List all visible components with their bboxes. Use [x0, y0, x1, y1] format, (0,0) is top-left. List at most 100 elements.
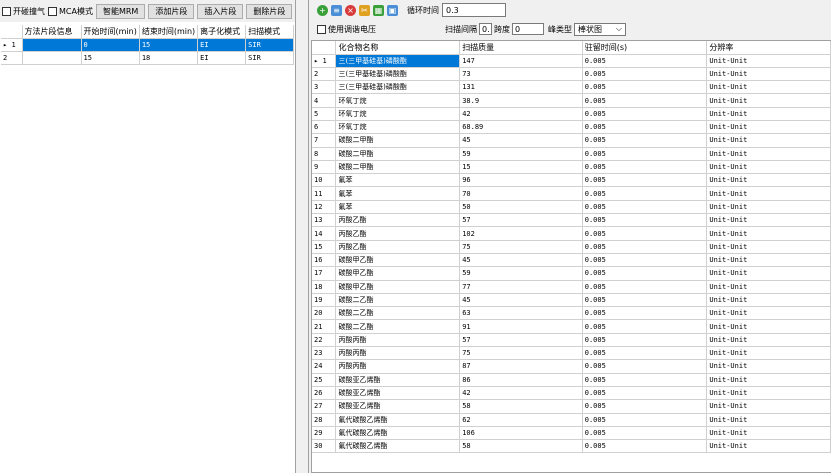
column-header[interactable]: 扫描质量 — [459, 41, 583, 55]
delete-icon[interactable]: × — [345, 4, 356, 16]
table-cell-mass[interactable]: 57 — [459, 333, 583, 348]
row-header[interactable]: 2 — [1, 51, 23, 65]
row-header[interactable]: 11 — [312, 186, 337, 201]
table-cell-end[interactable]: 18 — [139, 51, 199, 65]
table-cell-res[interactable]: Unit-Unit — [706, 293, 831, 308]
table-cell-name[interactable]: 氟代碳酸乙烯酯 — [335, 413, 461, 427]
column-header[interactable]: 化合物名称 — [335, 41, 461, 55]
row-header[interactable]: 12 — [312, 200, 337, 215]
table-cell-name[interactable]: 三(三甲基硅基)磷酸酯 — [335, 67, 461, 82]
table-cell-dwell[interactable]: 0.005 — [582, 240, 708, 254]
table-cell-res[interactable]: Unit-Unit — [706, 346, 831, 361]
row-header[interactable]: 5 — [312, 107, 337, 121]
column-header[interactable]: 驻留时间(s) — [582, 41, 708, 55]
row-header[interactable]: 2 — [312, 67, 337, 82]
table-cell-mass[interactable]: 131 — [459, 80, 583, 95]
table-cell-res[interactable]: Unit-Unit — [706, 280, 831, 294]
table-cell-dwell[interactable]: 0.005 — [582, 359, 708, 374]
checkbox-box[interactable] — [2, 6, 11, 16]
table-cell-name[interactable]: 环氧丁烷 — [335, 120, 461, 135]
table-row[interactable]: ▸ 1 0 15 EI SIR — [1, 38, 295, 52]
table-cell-dwell[interactable]: 0.005 — [582, 80, 708, 95]
scan-interval-input[interactable]: 0. — [479, 23, 492, 35]
table-cell-name[interactable]: 碳酸甲乙酯 — [335, 266, 461, 281]
column-header[interactable]: 开始时间(min) — [81, 25, 140, 39]
table-row[interactable]: 5 环氧丁烷 42 0.005 Unit-Unit — [312, 107, 831, 121]
table-cell-dwell[interactable]: 0.005 — [582, 439, 708, 454]
insert-segment-button[interactable]: 插入片段 — [197, 3, 244, 19]
table-row[interactable]: 2 三(三甲基硅基)磷酸酯 73 0.005 Unit-Unit — [312, 67, 831, 82]
table-cell-mass[interactable]: 42 — [459, 107, 583, 121]
collision-gas-checkbox[interactable]: 开碰撞气 — [2, 6, 45, 17]
table-cell-name[interactable]: 碳酸甲乙酯 — [335, 253, 461, 268]
table-cell-res[interactable]: Unit-Unit — [706, 359, 831, 374]
table-cell-mass[interactable]: 73 — [459, 67, 583, 82]
table-cell-mass[interactable]: 77 — [459, 280, 583, 294]
table-cell-mass[interactable]: 75 — [459, 240, 583, 254]
table-cell-res[interactable]: Unit-Unit — [706, 147, 831, 161]
table-cell-res[interactable]: Unit-Unit — [706, 226, 831, 241]
table-cell-name[interactable]: 丙酸丙酯 — [335, 359, 461, 374]
row-header[interactable]: 30 — [312, 439, 337, 454]
table-row[interactable]: 6 环氧丁烷 68.89 0.005 Unit-Unit — [312, 120, 831, 135]
checkbox-box[interactable] — [48, 6, 57, 16]
table-cell-dwell[interactable]: 0.005 — [582, 413, 708, 427]
table-cell-name[interactable]: 氟代碳酸乙烯酯 — [335, 439, 461, 454]
row-header[interactable]: 29 — [312, 426, 337, 441]
row-header[interactable]: ▸ 1 — [1, 38, 23, 52]
table-cell-start[interactable]: 0 — [81, 38, 140, 52]
table-cell-dwell[interactable]: 0.005 — [582, 293, 708, 308]
row-header[interactable]: 28 — [312, 413, 337, 427]
row-header[interactable]: 20 — [312, 306, 337, 321]
table-cell-mass[interactable]: 58 — [459, 439, 583, 454]
table-cell-name[interactable]: 氟代碳酸乙烯酯 — [335, 426, 461, 441]
table-cell-res[interactable]: Unit-Unit — [706, 107, 831, 121]
table-cell-dwell[interactable]: 0.005 — [582, 67, 708, 82]
table-cell-res[interactable]: Unit-Unit — [706, 386, 831, 401]
row-header[interactable]: 14 — [312, 226, 337, 241]
table-row[interactable]: 19 碳酸二乙酯 45 0.005 Unit-Unit — [312, 293, 831, 308]
table-cell-start[interactable]: 15 — [81, 51, 140, 65]
table-cell-dwell[interactable]: 0.005 — [582, 200, 708, 215]
table-cell-dwell[interactable]: 0.005 — [582, 253, 708, 268]
table-cell-name[interactable]: 碳酸亚乙烯酯 — [335, 399, 461, 414]
row-header[interactable]: 3 — [312, 80, 337, 95]
table-row[interactable]: 22 丙酸丙酯 57 0.005 Unit-Unit — [312, 333, 831, 348]
table-row[interactable]: 2 15 18 EI SIR — [1, 51, 295, 65]
mca-mode-checkbox[interactable]: MCA模式 — [48, 6, 93, 17]
table-cell-dwell[interactable]: 0.005 — [582, 346, 708, 361]
table-cell-mass[interactable]: 45 — [459, 133, 583, 148]
table-cell-res[interactable]: Unit-Unit — [706, 439, 831, 454]
table-row[interactable]: 18 碳酸甲乙酯 77 0.005 Unit-Unit — [312, 280, 831, 294]
table-row[interactable]: 16 碳酸甲乙酯 45 0.005 Unit-Unit — [312, 253, 831, 268]
compound-table-container[interactable]: 化合物名称 扫描质量 驻留时间(s) 分辨率 ▸ 1 三(三甲基硅基)磷酸酯 147… — [311, 40, 831, 473]
table-cell-dwell[interactable]: 0.005 — [582, 160, 708, 175]
table-cell-res[interactable]: Unit-Unit — [706, 306, 831, 321]
row-header[interactable]: 16 — [312, 253, 337, 268]
table-cell-mass[interactable]: 68.89 — [459, 120, 583, 135]
table-cell-name[interactable]: 丙酸乙酯 — [335, 226, 461, 241]
table-cell-res[interactable]: Unit-Unit — [706, 213, 831, 228]
table-cell-name[interactable]: 丙酸丙酯 — [335, 346, 461, 361]
row-header[interactable]: 17 — [312, 266, 337, 281]
row-header[interactable]: 19 — [312, 293, 337, 308]
table-cell-dwell[interactable]: 0.005 — [582, 93, 708, 108]
table-cell-mass[interactable]: 102 — [459, 226, 583, 241]
table-cell-name[interactable]: 碳酸二乙酯 — [335, 319, 461, 334]
row-header[interactable]: 22 — [312, 333, 337, 348]
table-row[interactable]: 20 碳酸二乙酯 63 0.005 Unit-Unit — [312, 306, 831, 321]
table-row[interactable]: 17 碳酸甲乙酯 59 0.005 Unit-Unit — [312, 266, 831, 281]
table-row[interactable]: 8 碳酸二甲酯 59 0.005 Unit-Unit — [312, 147, 831, 161]
table-cell-mass[interactable]: 75 — [459, 346, 583, 361]
table-cell-mass[interactable]: 45 — [459, 293, 583, 308]
table-cell-name[interactable]: 三(三甲基硅基)磷酸酯 — [335, 54, 461, 68]
table-cell-mass[interactable]: 106 — [459, 426, 583, 441]
delete-segment-button[interactable]: 删除片段 — [246, 3, 293, 19]
table-row[interactable]: ▸ 1 三(三甲基硅基)磷酸酯 147 0.005 Unit-Unit — [312, 54, 831, 68]
table-cell-scan[interactable]: SIR — [245, 38, 295, 52]
row-header[interactable]: 23 — [312, 346, 337, 361]
row-header[interactable]: 7 — [312, 133, 337, 148]
table-cell-name[interactable]: 丙酸丙酯 — [335, 333, 461, 348]
table-row[interactable]: 12 氟苯 50 0.005 Unit-Unit — [312, 200, 831, 215]
table-cell-mass[interactable]: 63 — [459, 306, 583, 321]
